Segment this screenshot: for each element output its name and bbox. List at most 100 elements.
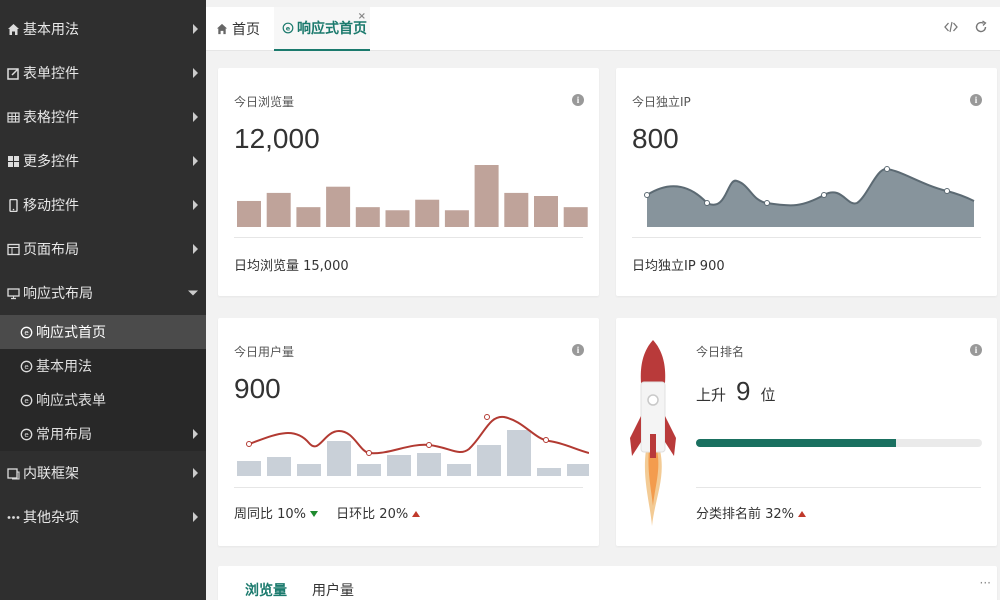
sidebar-item-label: 内联框架	[23, 466, 79, 482]
chevron-right-icon	[193, 24, 198, 34]
ellipsis-icon	[6, 510, 20, 524]
home-icon	[6, 22, 20, 36]
area-series	[647, 168, 974, 227]
bar	[417, 453, 441, 476]
sidebar-subitem-responsive-form[interactable]: e 响应式表单	[0, 383, 206, 417]
divider	[234, 487, 583, 488]
bar	[267, 457, 291, 476]
bar	[237, 200, 261, 227]
sidebar-item-label: 基本用法	[23, 22, 79, 38]
data-point	[543, 437, 549, 443]
more-icon[interactable]: ···	[980, 576, 991, 590]
bar	[237, 461, 261, 476]
circle-icon: e	[20, 394, 33, 407]
sidebar-subitem-basic[interactable]: e 基本用法	[0, 349, 206, 383]
rank-suffix: 位	[760, 386, 776, 404]
bar	[355, 207, 380, 227]
tab-label: 首页	[232, 22, 260, 38]
rank-footer-label: 分类排名前 32%	[696, 507, 795, 522]
rocket-icon	[630, 340, 676, 526]
tab-home[interactable]: 首页	[216, 7, 276, 51]
sidebar-subitem-common-layout[interactable]: e 常用布局	[0, 417, 206, 451]
bar	[415, 199, 440, 227]
layout-icon	[6, 242, 20, 256]
divider	[234, 237, 583, 238]
data-point	[821, 192, 827, 198]
code-icon[interactable]	[944, 20, 958, 38]
svg-text:e: e	[24, 363, 28, 371]
sidebar-subitem-label: 基本用法	[36, 359, 92, 375]
data-point	[764, 200, 770, 206]
ip-area-chart	[644, 166, 975, 227]
rank-prefix: 上升	[696, 386, 727, 404]
sidebar-subitem-responsive-home[interactable]: e 响应式首页	[0, 315, 206, 349]
card-users: 今日用户量 i 900 周同比 10% 日环比 20%	[218, 318, 599, 546]
card-footer: 周同比 10% 日环比 20%	[234, 503, 424, 522]
grid-icon	[6, 154, 20, 168]
bar	[387, 455, 411, 476]
sidebar-item-more[interactable]: 更多控件	[0, 139, 206, 183]
chevron-right-icon	[193, 429, 198, 439]
tab-responsive-home[interactable]: e 响应式首页 ×	[274, 7, 370, 51]
yoy-label: 周同比 10%	[234, 507, 307, 522]
refresh-icon[interactable]	[974, 20, 988, 38]
divider	[696, 487, 981, 488]
sidebar-item-table[interactable]: 表格控件	[0, 95, 206, 139]
card-rank: 今日排名 i 上升 9 位 分类排名前 32%	[616, 318, 997, 546]
tab-users[interactable]: 用户量	[312, 580, 354, 600]
bar	[447, 464, 471, 476]
sidebar-item-label: 表单控件	[23, 66, 79, 82]
bar	[534, 196, 558, 227]
data-point	[704, 200, 710, 206]
sidebar-item-form[interactable]: 表单控件	[0, 51, 206, 95]
circle-icon: e	[20, 326, 33, 339]
tab-views[interactable]: 浏览量	[245, 580, 287, 600]
stat-value: 12,000	[234, 123, 320, 154]
views-bar-chart	[237, 165, 588, 227]
sidebar-item-mobile[interactable]: 移动控件	[0, 183, 206, 227]
sidebar-item-layout[interactable]: 页面布局	[0, 227, 206, 271]
chevron-right-icon	[193, 468, 198, 478]
bar	[357, 464, 381, 476]
chevron-down-icon	[188, 290, 198, 296]
data-point	[426, 442, 432, 448]
down-arrow-icon	[310, 511, 319, 517]
sidebar-item-iframe[interactable]: 内联框架	[0, 451, 206, 495]
card-footer: 日均浏览量 15,000	[234, 259, 349, 274]
chevron-right-icon	[193, 156, 198, 166]
svg-text:e: e	[286, 24, 291, 32]
sidebar-item-basic[interactable]: 基本用法	[0, 7, 206, 51]
bar	[563, 207, 588, 227]
svg-text:e: e	[24, 329, 28, 337]
sidebar-item-label: 移动控件	[23, 198, 79, 214]
sidebar-subitem-label: 响应式首页	[36, 325, 106, 341]
monitor-icon	[6, 286, 20, 300]
info-icon[interactable]: i	[970, 94, 982, 106]
data-point	[484, 414, 490, 420]
close-icon[interactable]: ×	[358, 11, 366, 22]
sidebar-item-misc[interactable]: 其他杂项	[0, 495, 206, 539]
bar	[507, 430, 531, 476]
divider	[632, 237, 981, 238]
chevron-right-icon	[193, 244, 198, 254]
bar	[385, 210, 410, 227]
bar	[477, 445, 501, 476]
info-icon[interactable]: i	[572, 344, 584, 356]
table-icon	[6, 110, 20, 124]
card-ip: 今日独立IP i 800 日均独立IP 900	[616, 68, 997, 296]
bar	[504, 192, 529, 227]
sidebar-subitem-label: 常用布局	[36, 427, 92, 443]
card-footer: 日均独立IP 900	[632, 259, 725, 274]
svg-text:e: e	[24, 397, 28, 405]
bar	[474, 165, 499, 227]
info-icon[interactable]: i	[970, 344, 982, 356]
line-series	[248, 415, 589, 455]
rank-progress-fill	[696, 439, 897, 447]
bar	[266, 192, 291, 227]
circle-icon: e	[282, 22, 294, 34]
data-point	[246, 441, 252, 447]
svg-text:e: e	[24, 431, 28, 439]
info-icon[interactable]: i	[572, 94, 584, 106]
sidebar-item-responsive[interactable]: 响应式布局	[0, 271, 206, 315]
card-title: 今日用户量	[234, 345, 295, 359]
